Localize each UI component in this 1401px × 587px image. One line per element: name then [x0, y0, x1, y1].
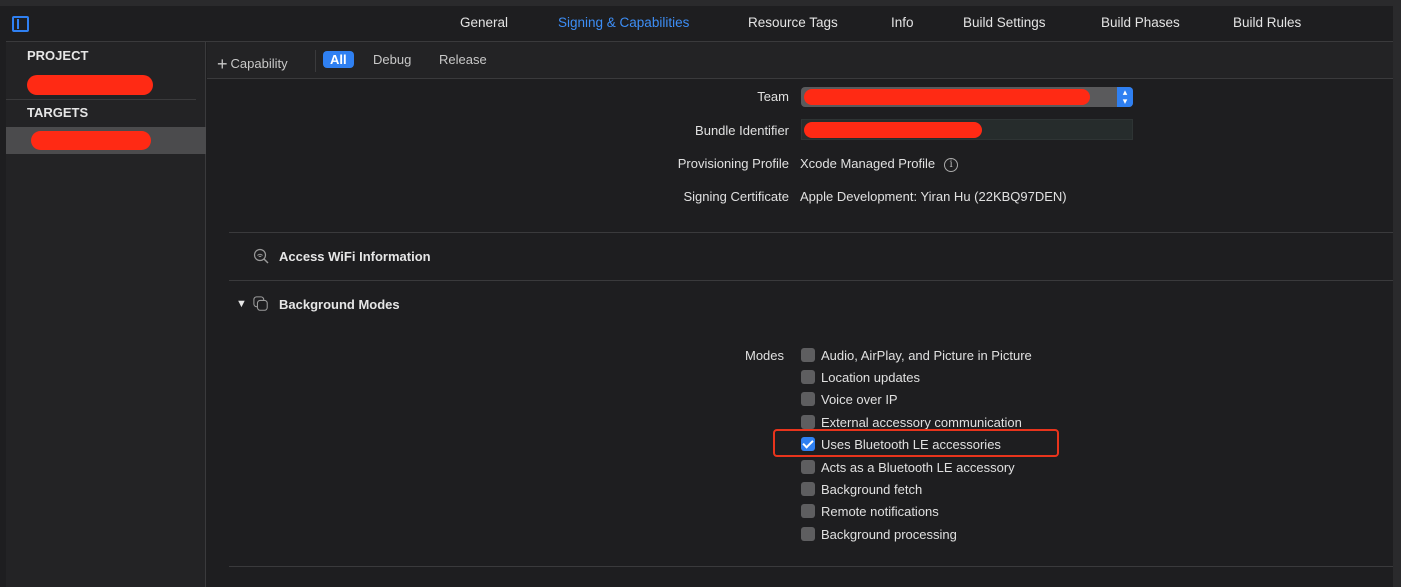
checkbox[interactable]: [801, 415, 815, 429]
tab-resource-tags[interactable]: Resource Tags: [748, 15, 838, 30]
mode-label: Location updates: [821, 369, 921, 385]
tab-list: General Signing & Capabilities Resource …: [6, 6, 1393, 42]
provisioning-profile-value: Xcode Managed Profile i: [800, 156, 959, 173]
access-wifi-title: Access WiFi Information: [279, 249, 431, 264]
wifi-capability-icon: [253, 248, 269, 264]
mode-remote-notifications[interactable]: Remote notifications: [801, 501, 939, 521]
targets-heading: TARGETS: [27, 105, 89, 120]
mode-audio-airplay[interactable]: Audio, AirPlay, and Picture in Picture: [801, 345, 1032, 365]
target-row-selected[interactable]: [6, 127, 206, 154]
background-modes-title: Background Modes: [279, 297, 400, 312]
bundle-identifier-redacted: [804, 122, 982, 138]
bundle-identifier-field[interactable]: [801, 119, 1133, 140]
checkbox[interactable]: [801, 504, 815, 518]
annotation-highlight-box: [773, 429, 1059, 457]
capability-filter-bar: + Capability All Debug Release: [207, 42, 1393, 79]
sidebar-divider: [6, 99, 196, 100]
info-icon[interactable]: i: [944, 158, 959, 172]
checkbox[interactable]: [801, 482, 815, 496]
project-heading: PROJECT: [27, 48, 89, 63]
tab-general[interactable]: General: [460, 15, 508, 30]
mode-location-updates[interactable]: Location updates: [801, 367, 920, 387]
tab-build-rules[interactable]: Build Rules: [1233, 15, 1301, 30]
capabilities-editor: + Capability All Debug Release Team ▴ ▾ Bu…: [207, 42, 1393, 587]
mode-label: Acts as a Bluetooth LE accessory: [821, 459, 1015, 475]
mode-label: Voice over IP: [821, 391, 898, 407]
team-label: Team: [757, 89, 789, 104]
tab-signing-capabilities[interactable]: Signing & Capabilities: [558, 15, 689, 30]
checkbox[interactable]: [801, 460, 815, 474]
mode-background-processing[interactable]: Background processing: [801, 524, 957, 544]
bundle-identifier-label: Bundle Identifier: [695, 123, 789, 138]
team-popup[interactable]: ▴ ▾: [801, 87, 1133, 107]
mode-label: Background fetch: [821, 481, 923, 497]
checkbox[interactable]: [801, 527, 815, 541]
disclosure-triangle-icon[interactable]: ▼: [236, 298, 247, 310]
mode-label: External accessory communication: [821, 414, 1022, 430]
filter-separator: [315, 50, 316, 72]
mode-label: Remote notifications: [821, 503, 939, 519]
target-item-redacted: [31, 131, 151, 150]
window-edge-right: [1393, 0, 1401, 587]
signing-certificate-value: Apple Development: Yiran Hu (22KBQ97DEN): [800, 189, 1067, 204]
checkbox[interactable]: [801, 370, 815, 384]
filter-all[interactable]: All: [323, 51, 354, 68]
background-modes-icon: [253, 296, 268, 311]
mode-voice-over-ip[interactable]: Voice over IP: [801, 389, 898, 409]
team-value-redacted: [804, 89, 1090, 105]
mode-label: Background processing: [821, 526, 957, 542]
project-navigator: PROJECT TARGETS: [6, 42, 206, 587]
provisioning-profile-text: Xcode Managed Profile: [800, 156, 936, 171]
section-divider: [229, 566, 1393, 567]
tab-info[interactable]: Info: [891, 15, 914, 30]
popup-chevron-icon: ▴ ▾: [1117, 87, 1133, 107]
section-divider: [229, 232, 1393, 233]
filter-release[interactable]: Release: [439, 52, 487, 67]
section-divider: [229, 280, 1393, 281]
add-capability-label: Capability: [230, 56, 288, 71]
mode-acts-as-bluetooth-le[interactable]: Acts as a Bluetooth LE accessory: [801, 457, 1015, 477]
editor-tab-bar: General Signing & Capabilities Resource …: [6, 6, 1393, 42]
mode-background-fetch[interactable]: Background fetch: [801, 479, 922, 499]
signing-certificate-label: Signing Certificate: [683, 189, 790, 204]
plus-icon: +: [217, 54, 228, 74]
tab-build-settings[interactable]: Build Settings: [963, 15, 1046, 30]
mode-label: Audio, AirPlay, and Picture in Picture: [821, 347, 1032, 363]
project-item-redacted[interactable]: [27, 75, 153, 95]
tab-build-phases[interactable]: Build Phases: [1101, 15, 1180, 30]
provisioning-profile-label: Provisioning Profile: [677, 156, 789, 171]
checkbox[interactable]: [801, 392, 815, 406]
checkbox[interactable]: [801, 348, 815, 362]
xcode-window: General Signing & Capabilities Resource …: [0, 0, 1401, 587]
filter-debug[interactable]: Debug: [373, 52, 411, 67]
add-capability-button[interactable]: + Capability: [217, 52, 288, 74]
modes-label: Modes: [745, 348, 785, 363]
